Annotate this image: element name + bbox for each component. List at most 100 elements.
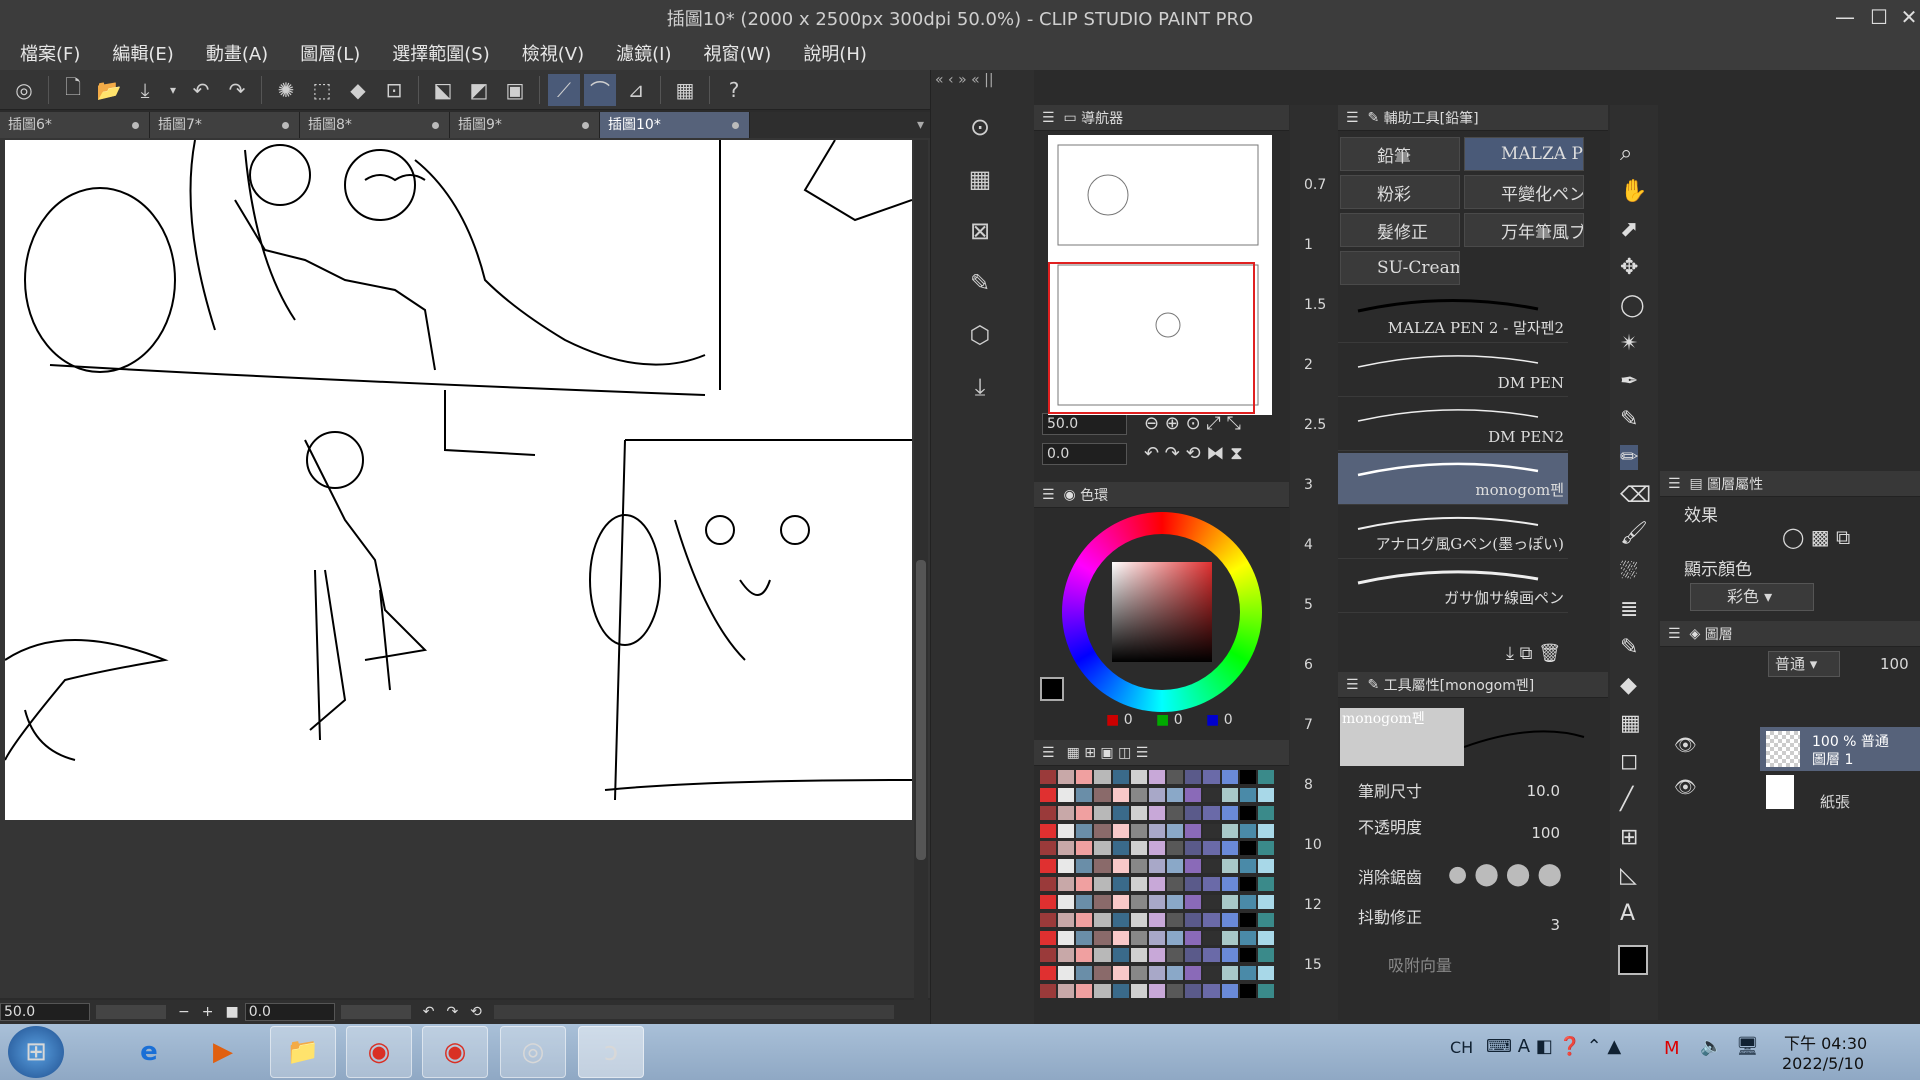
deselect-icon[interactable]: ⬕: [427, 74, 459, 106]
menu-edit[interactable]: 編輯(E): [112, 40, 173, 66]
brush-size-tick[interactable]: 15: [1304, 957, 1322, 973]
clear-icon[interactable]: ⬚: [306, 74, 338, 106]
fill-icon[interactable]: ◆: [342, 74, 374, 106]
color-swatch[interactable]: [1257, 823, 1274, 838]
color-swatch[interactable]: [1076, 805, 1093, 820]
color-swatch[interactable]: [1185, 859, 1202, 874]
color-swatch[interactable]: [1112, 966, 1129, 981]
color-swatch[interactable]: [1185, 841, 1202, 856]
menu-selection[interactable]: 選擇範圍(S): [392, 40, 489, 66]
network-icon[interactable]: 🖥: [1736, 1036, 1759, 1057]
color-swatch[interactable]: [1112, 823, 1129, 838]
color-swatch[interactable]: [1167, 823, 1184, 838]
swatch-grid[interactable]: [1040, 770, 1274, 1000]
navigator-rotation-field[interactable]: 0.0: [1042, 443, 1127, 465]
color-swatch[interactable]: [1058, 930, 1075, 945]
scroll-thumb[interactable]: [916, 560, 926, 860]
color-swatch[interactable]: [1257, 894, 1274, 909]
color-swatch[interactable]: [1094, 770, 1111, 784]
grid-icon[interactable]: ▦: [963, 162, 997, 196]
open-file-icon[interactable]: 📂: [93, 74, 125, 106]
tab-illustration-8[interactable]: 插圖8*: [300, 112, 450, 138]
brush-item[interactable]: DM PEN: [1338, 345, 1568, 397]
color-swatch[interactable]: [1221, 877, 1238, 892]
display-color-select[interactable]: 彩色 ▾: [1690, 583, 1814, 611]
color-swatch[interactable]: [1239, 787, 1256, 802]
search-icon[interactable]: ⊙: [963, 110, 997, 144]
move-icon[interactable]: ✥: [1620, 255, 1638, 280]
color-swatch[interactable]: [1112, 984, 1129, 999]
operation-icon[interactable]: ⬈: [1620, 217, 1638, 242]
line-icon[interactable]: ╱: [1620, 787, 1633, 812]
color-swatch[interactable]: [1148, 805, 1166, 820]
navigator-rotate-controls-icon[interactable]: ↶ ↷ ⟲ ⧓ ⧗: [1144, 443, 1243, 464]
angle-field[interactable]: 0.0: [244, 1003, 335, 1021]
file-explorer-icon[interactable]: 📁: [270, 1026, 336, 1078]
brush-size-tick[interactable]: 1: [1304, 237, 1313, 253]
color-swatch[interactable]: [1257, 841, 1274, 856]
rotate-left-icon[interactable]: ↶: [423, 1004, 435, 1020]
minimize-button[interactable]: —: [1830, 4, 1860, 30]
color-swatch[interactable]: [1040, 770, 1057, 784]
color-swatch[interactable]: [1185, 805, 1202, 820]
color-swatch[interactable]: [1058, 894, 1075, 909]
brush-size-tick[interactable]: 2: [1304, 357, 1313, 373]
eraser-icon[interactable]: ⌫: [1620, 483, 1651, 508]
hue-ring[interactable]: [1062, 512, 1262, 712]
color-swatch[interactable]: [1130, 841, 1147, 856]
color-swatch[interactable]: [1185, 823, 1202, 838]
snap-special-ruler-icon[interactable]: ⌒: [584, 73, 616, 106]
color-swatch[interactable]: [1130, 948, 1147, 963]
color-swatch[interactable]: [1076, 984, 1093, 999]
zoom-in-icon[interactable]: +: [202, 1004, 214, 1020]
color-swatch[interactable]: [1221, 841, 1238, 856]
color-swatch[interactable]: [1130, 984, 1147, 999]
color-swatch[interactable]: [1130, 912, 1147, 927]
effect-buttons-icon[interactable]: ◯ ▩ ⧉: [1782, 525, 1850, 549]
color-swatch[interactable]: [1257, 805, 1274, 820]
tray-icons[interactable]: ⌨ A ◧ ❓ ⌃ ▲: [1486, 1036, 1621, 1057]
color-swatch[interactable]: [1221, 948, 1238, 963]
close-dot-icon[interactable]: [282, 122, 289, 129]
color-swatch[interactable]: [1058, 948, 1075, 963]
navigator-zoom-controls-icon[interactable]: ⊖ ⊕ ⊙ ⤢ ⤡: [1144, 413, 1241, 434]
color-swatch[interactable]: [1112, 930, 1129, 945]
transform-icon[interactable]: ⊡: [378, 74, 410, 106]
color-swatch[interactable]: [1239, 805, 1256, 820]
blend-icon[interactable]: ✎: [1620, 635, 1638, 660]
color-swatch[interactable]: [1239, 859, 1256, 874]
menu-icon[interactable]: ☰: [1042, 487, 1055, 503]
color-swatch[interactable]: [1076, 948, 1093, 963]
clip-studio-taskbar-icon[interactable]: ◎: [500, 1026, 566, 1078]
color-swatch[interactable]: [1239, 841, 1256, 856]
color-swatch[interactable]: [1167, 841, 1184, 856]
color-swatch[interactable]: [1112, 877, 1129, 892]
menu-view[interactable]: 檢視(V): [522, 40, 584, 66]
color-swatch[interactable]: [1148, 966, 1166, 981]
brush-item[interactable]: MALZA PEN 2 - 말자펜2: [1338, 291, 1568, 343]
zoom-field[interactable]: 50.0: [0, 1003, 90, 1021]
tray-m-icon[interactable]: M: [1664, 1038, 1680, 1059]
airbrush-icon[interactable]: ⛆: [1620, 559, 1638, 584]
color-swatch[interactable]: [1094, 894, 1111, 909]
color-swatch[interactable]: [1058, 805, 1075, 820]
magic-wand-icon[interactable]: ✴: [1620, 331, 1638, 356]
color-swatch[interactable]: [1257, 966, 1274, 981]
device-icon[interactable]: ▦: [669, 74, 701, 106]
color-swatch[interactable]: [1094, 984, 1111, 999]
clip-studio-icon[interactable]: ◎: [8, 74, 40, 106]
layer-row-selected[interactable]: 100 % 普通 圖層 1: [1760, 727, 1920, 771]
color-swatch[interactable]: [1185, 948, 1202, 963]
internet-explorer-icon[interactable]: e: [116, 1026, 182, 1078]
color-swatch[interactable]: [1076, 894, 1093, 909]
tab-illustration-6[interactable]: 插圖6*: [0, 112, 150, 138]
zoom-slider[interactable]: [96, 1005, 166, 1019]
menu-layer[interactable]: 圖層(L): [300, 40, 360, 66]
volume-icon[interactable]: 🔈: [1700, 1036, 1722, 1057]
shape-icon[interactable]: ◻: [1620, 749, 1638, 774]
menu-icon[interactable]: ☰: [1668, 626, 1681, 642]
color-swatch[interactable]: [1221, 770, 1238, 784]
color-swatch[interactable]: [1040, 894, 1057, 909]
color-swatch[interactable]: [1148, 770, 1166, 784]
maximize-button[interactable]: ☐: [1864, 4, 1894, 30]
